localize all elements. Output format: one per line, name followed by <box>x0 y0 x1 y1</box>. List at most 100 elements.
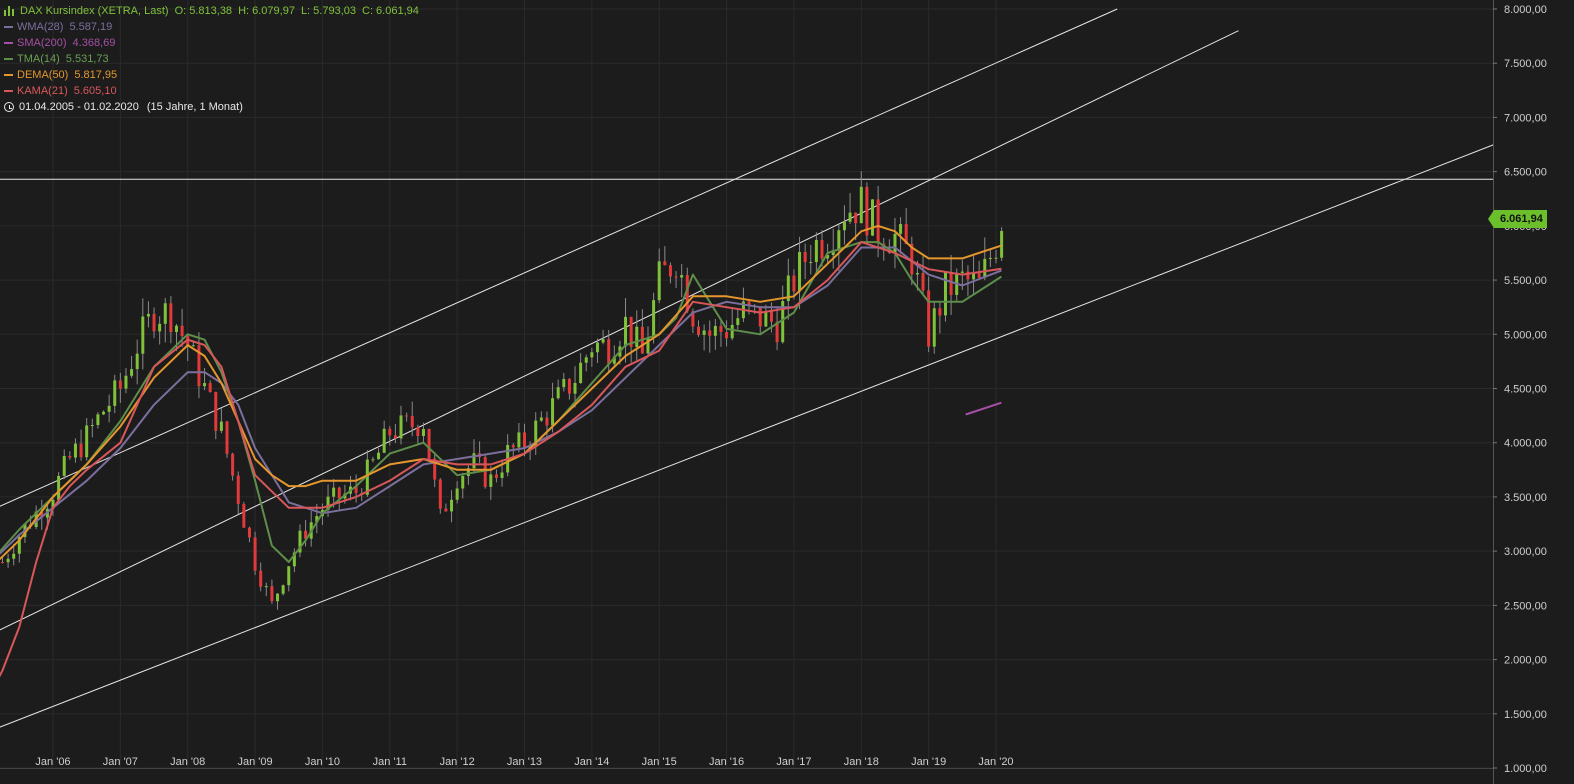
sma-name: SMA(200) <box>17 37 67 49</box>
candle-body-13 <box>73 443 77 458</box>
candle-body-39 <box>219 421 223 431</box>
candle-body-130 <box>730 324 734 339</box>
candle-body-177 <box>994 257 998 259</box>
candle-body-128 <box>719 325 723 333</box>
dema-swatch <box>4 74 13 76</box>
candle-body-72 <box>405 415 409 417</box>
candle-body-32 <box>180 325 184 336</box>
x-tick-label-9: Jan '15 <box>642 756 677 768</box>
candle-body-165 <box>927 290 931 347</box>
y-tick-label-9: 3.500,00 <box>1504 492 1547 504</box>
x-tick-label-1: Jan '07 <box>103 756 138 768</box>
candle-body-131 <box>736 318 740 325</box>
candle-body-141 <box>792 275 796 292</box>
candle-body-80 <box>450 499 454 512</box>
candle-body-15 <box>85 425 89 458</box>
candle-body-79 <box>444 508 448 512</box>
clock-icon <box>4 102 14 112</box>
legend-item-wma[interactable]: WMA(28) 5.587,19 <box>4 19 425 35</box>
candle-body-22 <box>124 375 128 389</box>
candle-body-38 <box>214 392 218 431</box>
candle-body-160 <box>899 224 903 234</box>
dema-value: 5.817,95 <box>74 69 118 81</box>
legend-date-range[interactable]: 01.04.2005 - 01.02.2020 (15 Jahre, 1 Mon… <box>4 99 425 115</box>
candle-body-88 <box>494 474 498 478</box>
candle-body-40 <box>225 421 229 454</box>
date-range-span: (15 Jahre, 1 Monat) <box>146 101 243 113</box>
candle-body-25 <box>141 316 145 354</box>
series-line-tma-14 <box>0 241 1002 563</box>
x-tick-label-8: Jan '14 <box>574 756 609 768</box>
x-tick-label-14: Jan '20 <box>978 756 1013 768</box>
legend-item-dema[interactable]: DEMA(50) 5.817,95 <box>4 67 425 83</box>
candle-body-155 <box>871 199 875 236</box>
candle-body-121 <box>680 275 684 278</box>
candle-body-75 <box>421 428 425 437</box>
candle-body-164 <box>921 272 925 291</box>
candle-body-175 <box>983 258 987 278</box>
candle-body-28 <box>158 323 162 332</box>
candle-body-29 <box>163 303 167 324</box>
candle-body-156 <box>876 199 880 244</box>
chart-area[interactable]: 8.000,007.500,007.000,006.500,006.000,00… <box>0 0 1574 784</box>
legend-instrument-row: DAX Kursindex (XETRA, Last) O: 5.813,38 … <box>4 3 425 19</box>
x-tick-label-12: Jan '18 <box>844 756 879 768</box>
ohlc-close: C: 6.061,94 <box>362 5 419 17</box>
candle-body-89 <box>500 472 504 478</box>
candle-body-124 <box>697 326 701 335</box>
candle-body-129 <box>725 332 729 339</box>
ohlc-open: O: 5.813,38 <box>174 5 233 17</box>
candle-body-59 <box>332 487 336 497</box>
candle-body-117 <box>657 261 661 301</box>
candle-body-42 <box>236 475 240 505</box>
candle-body-44 <box>247 527 251 538</box>
y-tick-label-5: 5.500,00 <box>1504 275 1547 287</box>
candle-body-37 <box>208 383 212 393</box>
candle-body-2 <box>12 553 16 559</box>
legend-item-tma[interactable]: TMA(14) 5.531,73 <box>4 51 425 67</box>
candle-body-93 <box>523 432 526 448</box>
y-tick-label-1: 7.500,00 <box>1504 58 1547 70</box>
candle-body-24 <box>135 353 139 370</box>
kama-swatch <box>4 90 13 92</box>
candle-body-68 <box>382 428 386 453</box>
candle-body-100 <box>562 378 566 388</box>
candle-body-96 <box>539 417 543 421</box>
y-tick-label-7: 4.500,00 <box>1504 384 1547 396</box>
candle-body-71 <box>399 415 403 439</box>
chart-legend: DAX Kursindex (XETRA, Last) O: 5.813,38 … <box>4 3 425 115</box>
candle-body-87 <box>489 474 493 487</box>
y-tick-label-0: 8.000,00 <box>1504 4 1547 16</box>
candle-body-14 <box>79 443 83 458</box>
candle-body-92 <box>517 432 521 448</box>
candle-body-150 <box>842 221 846 231</box>
candle-body-171 <box>960 271 964 273</box>
y-tick-label-3: 6.500,00 <box>1504 167 1547 179</box>
tma-name: TMA(14) <box>17 53 60 65</box>
legend-item-kama[interactable]: KAMA(21) 5.605,10 <box>4 83 425 99</box>
y-tick-label-10: 3.000,00 <box>1504 546 1547 558</box>
candle-body-1 <box>6 558 10 563</box>
y-tick-label-11: 2.500,00 <box>1504 600 1547 612</box>
candle-body-67 <box>377 452 381 460</box>
candle-body-47 <box>264 586 268 588</box>
candle-body-43 <box>242 504 246 528</box>
candle-body-174 <box>977 273 981 278</box>
candle-body-118 <box>663 261 667 266</box>
candle-body-145 <box>814 239 818 263</box>
candle-body-167 <box>938 308 942 316</box>
candle-body-106 <box>595 342 599 353</box>
legend-item-sma[interactable]: SMA(200) 4.368,69 <box>4 35 425 51</box>
kama-name: KAMA(21) <box>17 85 68 97</box>
candle-body-146 <box>820 239 824 259</box>
candle-body-152 <box>854 212 858 224</box>
x-tick-label-5: Jan '11 <box>373 756 407 768</box>
candle-body-21 <box>118 380 122 389</box>
x-tick-label-0: Jan '06 <box>35 756 70 768</box>
candle-body-76 <box>427 428 431 459</box>
candle-body-41 <box>231 453 235 476</box>
candle-body-163 <box>915 272 919 275</box>
candle-body-107 <box>601 339 605 343</box>
candle-body-120 <box>674 276 678 278</box>
candle-body-91 <box>511 444 515 448</box>
